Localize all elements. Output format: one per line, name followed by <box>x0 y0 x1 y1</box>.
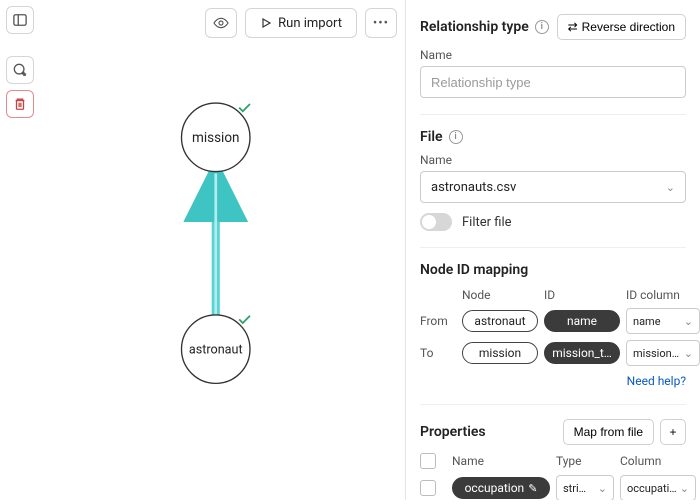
add-node-button[interactable] <box>6 56 34 84</box>
file-select[interactable]: astronauts.csv ⌄ <box>420 171 686 203</box>
col-node-header: Node <box>462 288 538 302</box>
info-icon[interactable]: i <box>449 130 463 144</box>
svg-text:astronaut: astronaut <box>189 343 243 358</box>
chevron-down-icon: ⌄ <box>680 482 689 495</box>
filter-file-toggle[interactable] <box>420 213 452 231</box>
from-id-pill[interactable]: name <box>544 310 620 332</box>
from-idcolumn-select[interactable]: name⌄ <box>626 308 700 334</box>
add-node-icon <box>13 63 27 77</box>
more-menu-button[interactable]: ••• <box>365 8 397 38</box>
file-name-label: Name <box>420 153 686 167</box>
graph-node-mission[interactable]: mission <box>181 103 249 171</box>
to-label: To <box>420 346 456 360</box>
chevron-down-icon: ⌄ <box>684 315 693 328</box>
node-id-mapping-heading: Node ID mapping <box>420 262 686 278</box>
need-help-link[interactable]: Need help? <box>627 374 686 388</box>
graph-node-astronaut[interactable]: astronaut <box>181 315 249 383</box>
pencil-icon: ✎ <box>528 482 537 495</box>
select-all-checkbox[interactable] <box>420 453 436 469</box>
ellipsis-icon: ••• <box>373 16 389 31</box>
add-property-button[interactable]: + <box>660 419 686 445</box>
property-column-select[interactable]: occupation⌄ <box>620 475 696 500</box>
chevron-down-icon: ⌄ <box>598 482 607 495</box>
eye-icon <box>213 15 229 31</box>
plus-icon: + <box>669 425 676 439</box>
delete-button[interactable] <box>6 90 34 118</box>
run-import-button[interactable]: Run import <box>245 8 357 38</box>
graph-svg: mission astronaut <box>40 0 405 500</box>
panel-layout-icon <box>13 13 27 27</box>
file-heading: File <box>420 129 443 145</box>
col-idcolumn-header: ID column <box>626 288 700 302</box>
col-id-header: ID <box>544 288 620 302</box>
to-node-pill[interactable]: mission <box>462 342 538 364</box>
svg-text:mission: mission <box>192 130 240 146</box>
play-icon <box>260 17 272 29</box>
properties-heading: Properties <box>420 424 486 440</box>
to-id-pill[interactable]: mission_t… <box>544 342 620 364</box>
relationship-type-heading: Relationship type <box>420 19 529 35</box>
map-from-file-button[interactable]: Map from file <box>563 419 654 445</box>
to-idcolumn-select[interactable]: mission_title⌄ <box>626 340 700 366</box>
trash-icon <box>13 97 27 111</box>
chevron-down-icon: ⌄ <box>666 181 675 194</box>
property-checkbox[interactable] <box>420 480 436 496</box>
from-label: From <box>420 314 456 328</box>
info-icon[interactable]: i <box>535 20 549 34</box>
preview-button[interactable] <box>205 8 237 38</box>
right-inspector-panel: Relationship type i ⇄ Reverse direction … <box>405 0 700 500</box>
property-type-select[interactable]: stri…⌄ <box>556 475 614 500</box>
run-import-label: Run import <box>278 16 342 31</box>
from-node-pill[interactable]: astronaut <box>462 310 538 332</box>
property-row: occupation ✎ stri…⌄ occupation⌄ <box>420 475 686 500</box>
reverse-direction-button[interactable]: ⇄ Reverse direction <box>557 14 686 40</box>
rel-name-label: Name <box>420 48 686 62</box>
property-name-pill[interactable]: occupation ✎ <box>452 477 550 499</box>
swap-icon: ⇄ <box>568 20 578 34</box>
relationship-name-input[interactable] <box>420 66 686 98</box>
chevron-down-icon: ⌄ <box>684 347 693 360</box>
graph-canvas[interactable]: Run import ••• mission astronaut <box>40 0 405 500</box>
panel-toggle-button[interactable] <box>6 6 34 34</box>
filter-file-label: Filter file <box>462 215 512 230</box>
